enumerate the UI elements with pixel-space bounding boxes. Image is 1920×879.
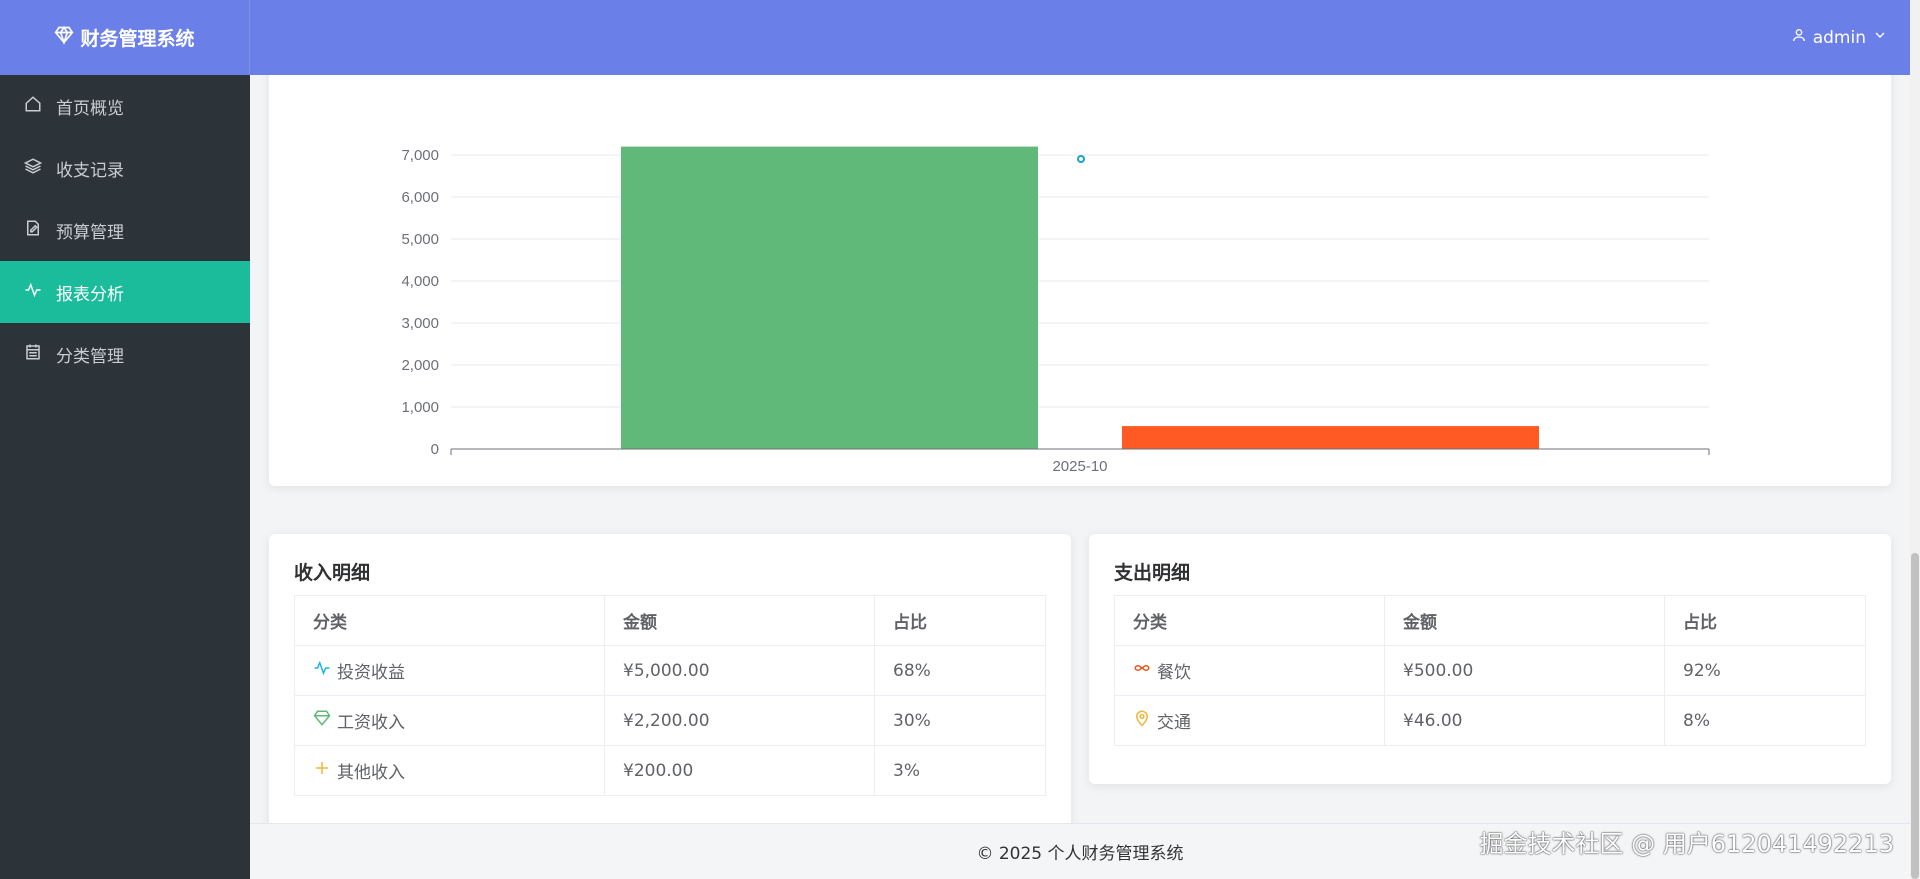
category-name: 其他收入 (337, 763, 405, 783)
amount: ¥2,200.00 (604, 695, 875, 746)
income-title: 收入明细 (294, 562, 371, 584)
edit-document-icon (24, 219, 42, 242)
diamond-icon (54, 25, 74, 50)
percent: 8% (1664, 695, 1866, 746)
y-tick-label: 6,000 (401, 189, 439, 206)
scrollbar[interactable] (1910, 0, 1920, 879)
sidebar-item-overview[interactable]: 首页概览 (0, 75, 250, 137)
table-row: 投资收益 ¥5,000.00 68% (294, 645, 1046, 696)
sidebar-item-budget[interactable]: 预算管理 (0, 199, 250, 261)
expense-title: 支出明细 (1114, 562, 1191, 584)
column-header: 金额 (604, 595, 875, 646)
activity-icon (313, 659, 331, 682)
y-tick-label: 0 (431, 441, 439, 458)
line-point (1077, 155, 1085, 163)
watermark: 掘金技术社区 @ 用户612041492213 (1479, 830, 1895, 858)
y-tick-label: 2,000 (401, 357, 439, 374)
user-icon (1791, 27, 1807, 48)
percent: 68% (874, 645, 1046, 696)
column-header: 分类 (294, 595, 605, 646)
category-name: 餐饮 (1157, 663, 1191, 683)
chart-card: 0 1,000 2,000 3,000 4,000 5,000 6,000 7,000 2025… (269, 75, 1891, 486)
x-tick-label: 2025-10 (1052, 458, 1107, 475)
sidebar-item-label: 预算管理 (56, 222, 124, 243)
amount: ¥46.00 (1384, 695, 1665, 746)
table-row: 工资收入 ¥2,200.00 30% (294, 695, 1046, 746)
y-tick-label: 7,000 (401, 147, 439, 164)
sidebar-item-label: 首页概览 (56, 98, 124, 119)
category-name: 投资收益 (337, 663, 405, 683)
amount: ¥200.00 (604, 745, 875, 796)
activity-icon (24, 281, 42, 304)
column-header: 占比 (874, 595, 1046, 646)
amount: ¥5,000.00 (604, 645, 875, 696)
diamond-icon (313, 709, 331, 732)
scrollbar-thumb[interactable] (1911, 553, 1919, 879)
expense-table: 分类 金额 占比 餐饮 ¥500.00 92% 交通 ¥46.00 8% (1114, 595, 1866, 746)
bar (621, 146, 1038, 449)
percent: 3% (874, 745, 1046, 796)
table-row: 其他收入 ¥200.00 3% (294, 745, 1046, 796)
table-row: 交通 ¥46.00 8% (1114, 695, 1866, 746)
link-icon (1133, 659, 1151, 682)
sidebar-item-label: 收支记录 (56, 160, 124, 181)
main-content: 0 1,000 2,000 3,000 4,000 5,000 6,000 7,000 2025… (250, 75, 1910, 879)
sidebar-item-records[interactable]: 收支记录 (0, 137, 250, 199)
amount: ¥500.00 (1384, 645, 1665, 696)
percent: 92% (1664, 645, 1866, 696)
location-icon (1133, 709, 1151, 732)
top-header: 财务管理系统 admin (0, 0, 1910, 75)
footer-text: © 2025 个人财务管理系统 (976, 844, 1184, 864)
table-header-row: 分类 金额 占比 (1114, 595, 1866, 646)
category-name: 工资收入 (337, 713, 405, 733)
category-name: 交通 (1157, 713, 1191, 733)
y-tick-label: 4,000 (401, 273, 439, 290)
column-header: 分类 (1114, 595, 1385, 646)
column-header: 金额 (1384, 595, 1665, 646)
sidebar-item-categories[interactable]: 分类管理 (0, 323, 250, 385)
plus-icon (313, 759, 331, 782)
y-tick-label: 5,000 (401, 231, 439, 248)
home-icon (24, 95, 42, 118)
sidebar-item-label: 分类管理 (56, 346, 124, 367)
bar-chart: 0 1,000 2,000 3,000 4,000 5,000 6,000 7,000 2025… (401, 146, 1710, 475)
income-table: 分类 金额 占比 投资收益 ¥5,000.00 68% 工资收入 ¥2,200.… (294, 595, 1046, 796)
bar (1122, 426, 1539, 449)
app-brand[interactable]: 财务管理系统 (0, 0, 250, 75)
column-header: 占比 (1664, 595, 1866, 646)
calendar-list-icon (24, 343, 42, 366)
layers-icon (23, 157, 43, 180)
app-title: 财务管理系统 (80, 28, 195, 50)
y-tick-label: 3,000 (401, 315, 439, 332)
chevron-down-icon (1872, 27, 1888, 48)
percent: 30% (874, 695, 1046, 746)
sidebar-item-reports[interactable]: 报表分析 (0, 261, 250, 323)
sidebar: 首页概览 收支记录 预算管理 报表分析 分类管理 (0, 75, 250, 879)
sidebar-item-label: 报表分析 (56, 284, 124, 305)
table-header-row: 分类 金额 占比 (294, 595, 1046, 646)
user-menu[interactable]: admin (1791, 27, 1888, 48)
expense-card: 支出明细 分类 金额 占比 餐饮 ¥500.00 92% 交通 ¥46.00 8… (1089, 534, 1891, 784)
y-tick-label: 1,000 (401, 399, 439, 416)
table-row: 餐饮 ¥500.00 92% (1114, 645, 1866, 696)
user-name: admin (1812, 27, 1866, 48)
